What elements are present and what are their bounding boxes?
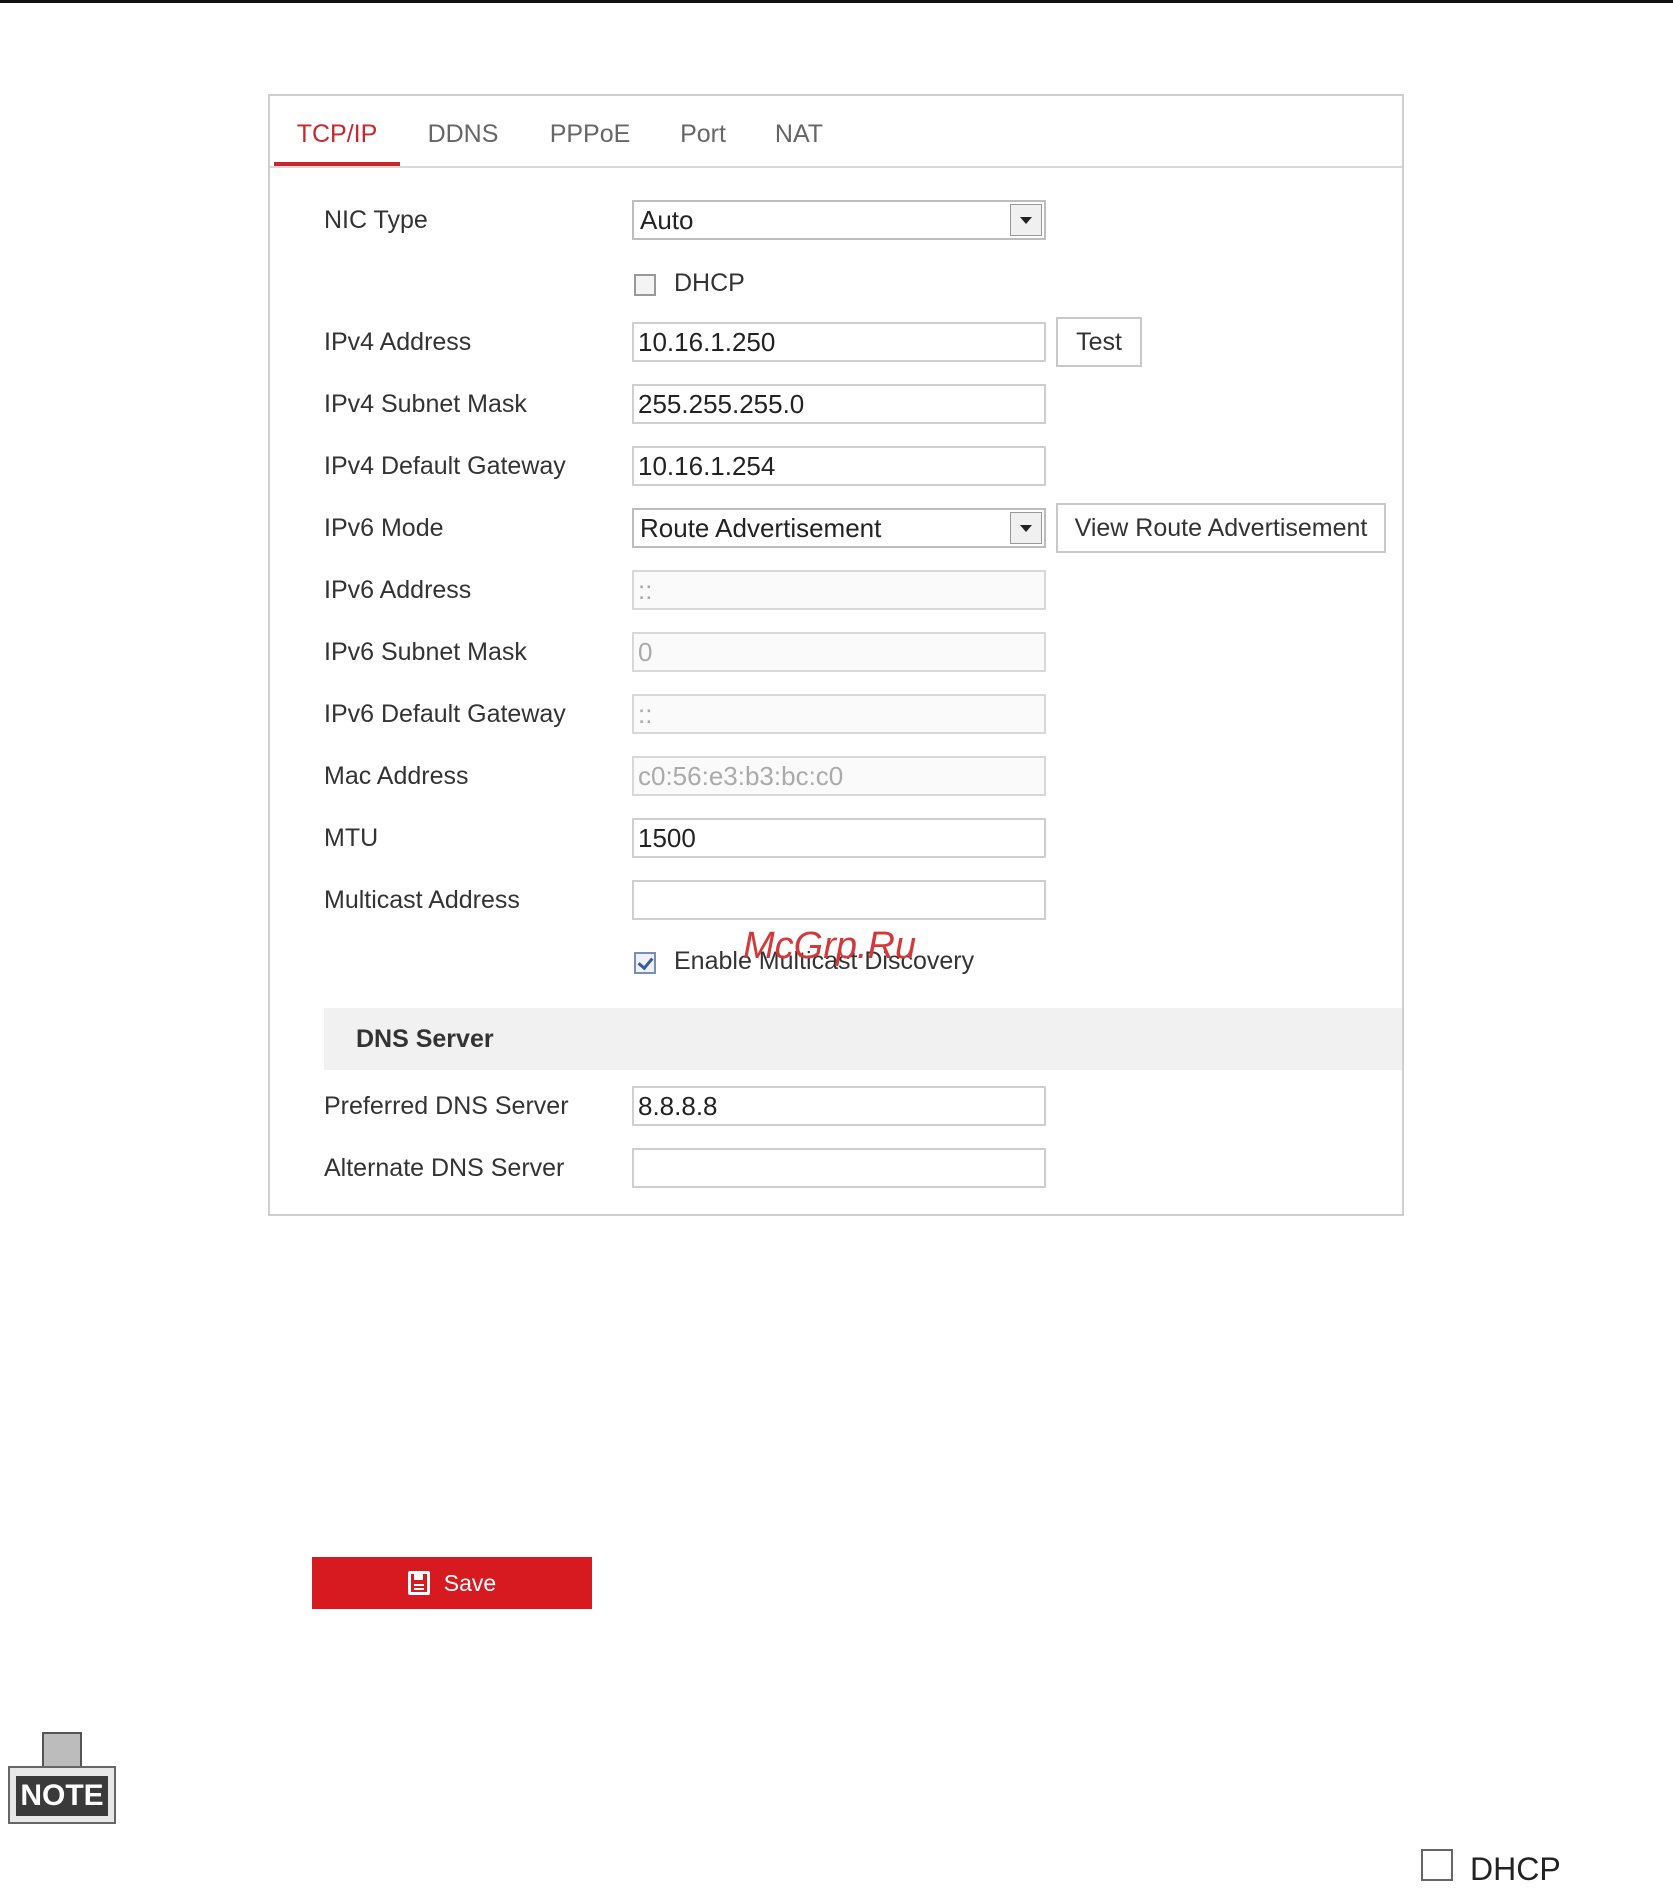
ipv6-mode-select[interactable]: Route Advertisement — [632, 508, 1046, 548]
test-button[interactable]: Test — [1056, 317, 1142, 367]
dns-section-title: DNS Server — [356, 1025, 494, 1053]
ipv4-subnet-input[interactable] — [632, 384, 1046, 424]
dhcp-checkbox-illustration[interactable] — [1421, 1849, 1453, 1881]
ipv6-mode-value: Route Advertisement — [640, 513, 882, 543]
note-badge: NOTE — [8, 1766, 116, 1824]
chevron-down-icon[interactable] — [1010, 204, 1042, 236]
ipv4-gateway-input[interactable] — [632, 446, 1046, 486]
multicast-address-label: Multicast Address — [324, 886, 520, 914]
nic-type-label: NIC Type — [324, 206, 428, 234]
top-rule — [0, 0, 1673, 3]
view-route-advertisement-button[interactable]: View Route Advertisement — [1056, 503, 1386, 553]
note-label: NOTE — [16, 1776, 108, 1816]
chevron-down-icon[interactable] — [1010, 512, 1042, 544]
ipv4-subnet-label: IPv4 Subnet Mask — [324, 390, 527, 418]
ipv4-address-label: IPv4 Address — [324, 328, 472, 356]
ipv6-address-label: IPv6 Address — [324, 576, 472, 604]
ipv6-subnet-input — [632, 632, 1046, 672]
note-pad-graphic — [42, 1732, 82, 1768]
tab-bar: TCP/IP DDNS PPPoE Port NAT — [270, 96, 1402, 168]
dns-section-header: DNS Server — [324, 1008, 1402, 1070]
mac-address-input — [632, 756, 1046, 796]
mtu-label: MTU — [324, 824, 379, 852]
mtu-input[interactable] — [632, 818, 1046, 858]
nic-type-value: Auto — [640, 205, 694, 235]
preferred-dns-label: Preferred DNS Server — [324, 1092, 569, 1120]
ipv6-mode-label: IPv6 Mode — [324, 514, 444, 542]
dhcp-label: DHCP — [674, 269, 745, 297]
alternate-dns-input[interactable] — [632, 1148, 1046, 1188]
alternate-dns-label: Alternate DNS Server — [324, 1154, 565, 1182]
floppy-disk-icon — [407, 1571, 430, 1595]
tab-tcpip[interactable]: TCP/IP — [274, 110, 400, 166]
mac-address-label: Mac Address — [324, 762, 469, 790]
tab-ddns[interactable]: DDNS — [418, 110, 508, 166]
save-button[interactable]: Save — [312, 1557, 592, 1609]
network-settings-panel: TCP/IP DDNS PPPoE Port NAT NIC Type Auto… — [268, 94, 1404, 1216]
tab-port[interactable]: Port — [668, 110, 738, 166]
save-button-label: Save — [443, 1570, 497, 1596]
multicast-discovery-checkbox[interactable] — [634, 952, 656, 974]
watermark: McGrp.Ru — [743, 925, 917, 967]
multicast-address-input[interactable] — [632, 880, 1046, 920]
dhcp-checkbox[interactable] — [634, 274, 656, 296]
dhcp-illustration-label: DHCP — [1470, 1851, 1561, 1887]
note-icon: NOTE — [8, 1730, 118, 1826]
ipv6-gateway-input — [632, 694, 1046, 734]
ipv6-gateway-label: IPv6 Default Gateway — [324, 700, 566, 728]
ipv6-subnet-label: IPv6 Subnet Mask — [324, 638, 527, 666]
ipv4-gateway-label: IPv4 Default Gateway — [324, 452, 566, 480]
nic-type-select[interactable]: Auto — [632, 200, 1046, 240]
ipv6-address-input — [632, 570, 1046, 610]
preferred-dns-input[interactable] — [632, 1086, 1046, 1126]
tab-pppoe[interactable]: PPPoE — [540, 110, 640, 166]
tab-nat[interactable]: NAT — [764, 110, 834, 166]
ipv4-address-input[interactable] — [632, 322, 1046, 362]
